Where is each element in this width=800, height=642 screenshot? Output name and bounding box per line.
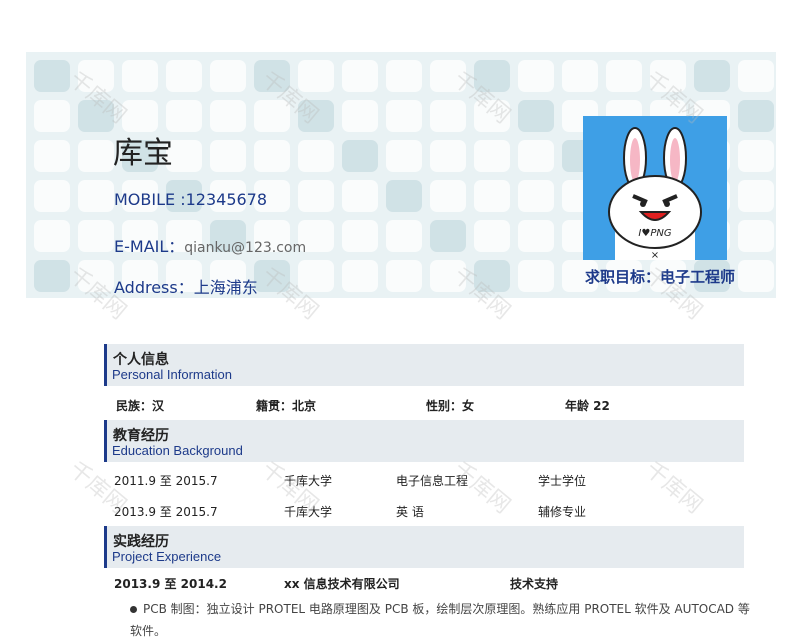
- section-title: 个人信息: [113, 352, 169, 368]
- watermark: 千库网: [448, 457, 515, 519]
- banner-tile: [430, 100, 466, 132]
- banner-tile: [386, 180, 422, 212]
- banner-tile: [386, 140, 422, 172]
- edu-degree: 辅修专业: [538, 505, 587, 519]
- email-value: qianku@123.com: [184, 240, 307, 256]
- banner-tile: [342, 260, 378, 292]
- mobile-label: MOBILE :: [114, 190, 186, 209]
- banner-tile: [474, 140, 510, 172]
- banner-tile: [34, 100, 70, 132]
- banner-tile: [738, 180, 774, 212]
- banner-tile: [210, 100, 246, 132]
- banner-tile: [738, 100, 774, 132]
- banner-tile: [78, 180, 114, 212]
- banner-tile: [34, 180, 70, 212]
- banner-tile: [342, 60, 378, 92]
- banner-tile: [298, 180, 334, 212]
- banner-tile: [298, 140, 334, 172]
- field-ethnicity: 民族：汉: [116, 399, 165, 413]
- section-subtitle: Project Experience: [112, 549, 222, 564]
- banner-tile: [518, 260, 554, 292]
- banner-tile: [386, 100, 422, 132]
- banner-tile: [562, 60, 598, 92]
- banner-tile: [386, 260, 422, 292]
- photo-shirt-text: I♥PNG: [638, 228, 671, 239]
- banner-tile: [342, 220, 378, 252]
- banner-tile: [78, 140, 114, 172]
- banner-tile: [386, 60, 422, 92]
- banner-tile: [606, 60, 642, 92]
- section-project: 实践经历 Project Experience: [104, 526, 744, 568]
- banner-tile: [386, 220, 422, 252]
- banner-tile: [430, 180, 466, 212]
- watermark: 千库网: [640, 457, 707, 519]
- section-education: 教育经历 Education Background: [104, 420, 744, 462]
- mobile-line: MOBILE :12345678: [114, 190, 267, 209]
- edu-period: 2013.9 至 2015.7: [114, 505, 218, 519]
- banner-tile: [342, 140, 378, 172]
- banner-tile: [342, 180, 378, 212]
- project-bullet: PCB 制图：独立设计 PROTEL 电路原理图及 PCB 板，绘制层次原理图。…: [130, 598, 750, 642]
- banner-tile: [518, 100, 554, 132]
- banner-tile: [254, 140, 290, 172]
- edu-period: 2011.9 至 2015.7: [114, 474, 218, 488]
- banner-tile: [518, 140, 554, 172]
- banner-tile: [738, 220, 774, 252]
- section-subtitle: Education Background: [112, 443, 243, 458]
- banner-tile: [34, 220, 70, 252]
- banner-tile: [738, 140, 774, 172]
- field-age: 年龄 22: [565, 399, 610, 413]
- email-line: E-MAIL：qianku@123.com: [114, 233, 306, 257]
- banner-tile: [34, 140, 70, 172]
- field-gender: 性别：女: [426, 399, 475, 413]
- section-title: 教育经历: [113, 428, 169, 444]
- bullet-icon: [130, 606, 137, 613]
- address-line: Address：上海浦东: [114, 274, 258, 298]
- banner-tile: [166, 60, 202, 92]
- address-value: 上海浦东: [193, 278, 258, 297]
- banner-tile: [78, 220, 114, 252]
- banner-tile: [122, 60, 158, 92]
- edu-degree: 学士学位: [538, 474, 587, 488]
- project-company: xx 信息技术有限公司: [284, 577, 400, 591]
- banner-tile: [474, 220, 510, 252]
- bullet-text: PCB 制图：独立设计 PROTEL 电路原理图及 PCB 板，绘制层次原理图。…: [130, 602, 750, 638]
- banner-tile: [430, 140, 466, 172]
- profile-photo: I♥PNG ×: [583, 116, 727, 261]
- banner-tile: [518, 180, 554, 212]
- edu-major: 英 语: [396, 505, 424, 519]
- banner-tile: [210, 60, 246, 92]
- field-hometown: 籍贯：北京: [256, 399, 317, 413]
- section-title: 实践经历: [113, 534, 169, 550]
- banner-tile: [474, 180, 510, 212]
- banner-tile: [738, 60, 774, 92]
- section-personal: 个人信息 Personal Information: [104, 344, 744, 386]
- mobile-value: 12345678: [185, 190, 268, 209]
- bunny-avatar-icon: I♥PNG ×: [608, 127, 702, 261]
- section-subtitle: Personal Information: [112, 367, 232, 382]
- banner-tile: [34, 260, 70, 292]
- banner-tile: [210, 140, 246, 172]
- banner-tile: [518, 220, 554, 252]
- banner-tile: [430, 220, 466, 252]
- banner-tile: [342, 100, 378, 132]
- project-period: 2013.9 至 2014.2: [114, 577, 227, 591]
- email-label: E-MAIL：: [114, 237, 185, 256]
- svg-text:×: ×: [651, 250, 659, 260]
- banner-tile: [518, 60, 554, 92]
- resume-name: 库宝: [113, 136, 173, 171]
- banner-tile: [694, 60, 730, 92]
- project-role: 技术支持: [510, 577, 559, 591]
